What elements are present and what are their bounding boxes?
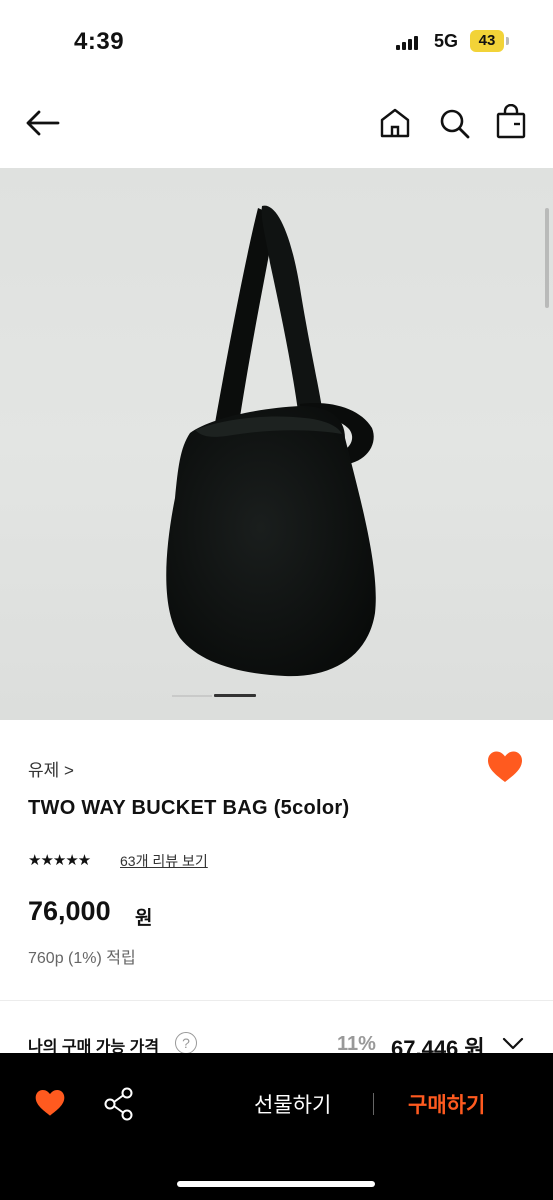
rating-stars: ★★★★★ xyxy=(28,852,91,869)
signal-icon xyxy=(396,34,422,50)
home-indicator[interactable] xyxy=(177,1181,375,1187)
search-icon[interactable] xyxy=(437,106,471,140)
button-divider xyxy=(373,1093,374,1115)
section-divider xyxy=(0,1000,553,1001)
product-title: TWO WAY BUCKET BAG (5color) xyxy=(28,797,350,819)
product-image[interactable] xyxy=(0,168,553,720)
gift-button[interactable]: 선물하기 xyxy=(254,1089,331,1119)
price-unit: 원 xyxy=(135,908,153,929)
status-bar: 4:39 5G 43 xyxy=(0,0,553,80)
image-pager-track xyxy=(172,695,212,697)
buy-button[interactable]: 구매하기 xyxy=(408,1089,485,1119)
home-icon[interactable] xyxy=(378,106,412,140)
points-info: 760p (1%) 적립 xyxy=(28,950,136,967)
bucket-bag-illustration xyxy=(166,205,376,677)
shopping-bag-icon[interactable] xyxy=(494,103,528,140)
battery-icon: 43 xyxy=(470,30,504,52)
nav-bar xyxy=(0,80,553,168)
back-arrow-icon[interactable] xyxy=(24,108,62,138)
share-icon[interactable] xyxy=(103,1087,135,1121)
network-type: 5G xyxy=(434,31,459,51)
wishlist-heart-icon[interactable] xyxy=(486,750,524,784)
brand-link[interactable]: 유제 > xyxy=(28,756,74,781)
heart-icon[interactable] xyxy=(34,1088,66,1118)
status-time: 4:39 xyxy=(74,28,125,55)
help-icon[interactable]: ? xyxy=(175,1032,197,1054)
image-scrollbar[interactable] xyxy=(545,208,549,308)
review-link[interactable]: 63개 리뷰 보기 xyxy=(120,851,208,871)
battery-cap xyxy=(506,37,509,45)
chevron-down-icon[interactable] xyxy=(502,1036,524,1052)
bottom-action-bar: 선물하기 구매하기 xyxy=(0,1053,553,1200)
product-price: 76,000 xyxy=(28,896,111,926)
image-pager-active xyxy=(214,694,256,697)
